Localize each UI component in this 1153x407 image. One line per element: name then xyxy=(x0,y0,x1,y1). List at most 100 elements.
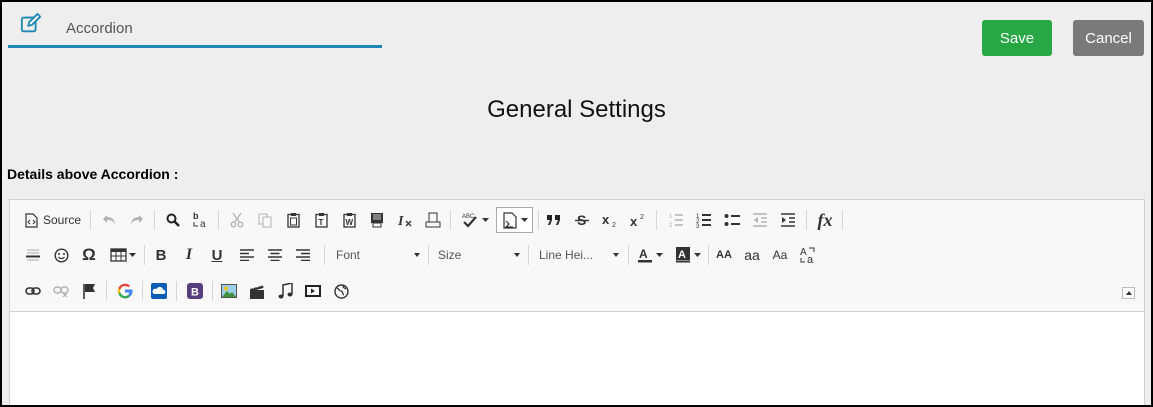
remove-format-button[interactable]: I xyxy=(394,208,416,232)
align-center-icon xyxy=(268,249,282,261)
anchor-button[interactable] xyxy=(78,279,100,303)
svg-text:T: T xyxy=(318,218,323,227)
paste-text-button[interactable]: T xyxy=(310,208,332,232)
replace-icon: ba xyxy=(193,211,206,229)
svg-text:A: A xyxy=(800,247,807,258)
svg-text:1: 1 xyxy=(669,214,673,220)
source-button[interactable]: Source xyxy=(22,208,84,232)
editor-toolbar: Source ba T W I ABC x 2 x 2 1 2 1 2 3 fx… xyxy=(10,200,1144,312)
cancel-button[interactable]: Cancel xyxy=(1073,20,1144,56)
copy-button[interactable] xyxy=(254,208,276,232)
image-icon xyxy=(221,284,237,298)
bootstrap-icon: B xyxy=(187,283,203,299)
uppercase-button[interactable]: AA xyxy=(712,243,736,267)
undo-icon xyxy=(103,215,115,225)
table-icon xyxy=(110,248,127,262)
google-button[interactable] xyxy=(114,279,136,303)
strikethrough-button[interactable]: S xyxy=(570,208,594,232)
size-select[interactable]: Size xyxy=(438,243,522,267)
underline-button[interactable]: U xyxy=(206,243,228,267)
outdent-button[interactable] xyxy=(748,208,772,232)
svg-text:x: x xyxy=(630,214,638,227)
indent-button[interactable] xyxy=(776,208,800,232)
templates-icon xyxy=(371,213,383,228)
special-char-button[interactable]: Ω xyxy=(78,243,100,267)
emoji-button[interactable] xyxy=(50,243,72,267)
block-icon xyxy=(425,212,441,228)
cut-button[interactable] xyxy=(226,208,248,232)
clapperboard-icon xyxy=(250,284,264,299)
audio-button[interactable] xyxy=(274,279,296,303)
align-right-button[interactable] xyxy=(292,243,314,267)
numbered-list-button[interactable]: 123 xyxy=(692,208,716,232)
video-button[interactable] xyxy=(246,279,268,303)
image-button[interactable] xyxy=(218,279,240,303)
save-button[interactable]: Save xyxy=(982,20,1052,56)
superscript-button[interactable]: x2 xyxy=(626,208,650,232)
iframe-button[interactable] xyxy=(330,279,352,303)
numbered-list-alt-button[interactable]: 12 xyxy=(664,208,688,232)
bootstrap-button[interactable]: B xyxy=(184,279,206,303)
bg-color-button[interactable]: A xyxy=(672,243,704,267)
style-dropdown-button[interactable] xyxy=(496,207,533,233)
svg-text:A: A xyxy=(678,249,686,261)
music-note-icon xyxy=(278,283,293,299)
collapse-toolbar-button[interactable] xyxy=(1122,287,1135,299)
redo-button[interactable] xyxy=(126,208,148,232)
svg-text:2: 2 xyxy=(612,222,616,227)
horizontal-line-button[interactable] xyxy=(22,243,44,267)
line-height-select[interactable]: Line Hei... xyxy=(539,243,621,267)
find-button[interactable] xyxy=(162,208,184,232)
lowercase-button[interactable]: aa xyxy=(740,243,764,267)
svg-text:3: 3 xyxy=(696,224,700,228)
rich-text-editor: Source ba T W I ABC x 2 x 2 1 2 1 2 3 fx… xyxy=(9,199,1145,405)
align-left-button[interactable] xyxy=(236,243,258,267)
block-button[interactable] xyxy=(422,208,444,232)
italic-icon: I xyxy=(185,246,193,263)
background-color-icon: A xyxy=(675,247,690,263)
tab-accordion[interactable]: Accordion xyxy=(8,4,382,48)
spellcheck-button[interactable]: ABC xyxy=(458,208,492,232)
svg-text:b: b xyxy=(193,211,199,221)
svg-text:B: B xyxy=(191,287,199,299)
paste-text-icon: T xyxy=(314,213,328,228)
bold-button[interactable]: B xyxy=(150,243,172,267)
flag-icon xyxy=(83,284,95,299)
size-select-label: Size xyxy=(438,248,462,262)
italic-button[interactable]: I xyxy=(178,243,200,267)
subscript-button[interactable]: x2 xyxy=(598,208,622,232)
page-frame: Accordion Save Cancel General Settings D… xyxy=(0,0,1153,407)
table-button[interactable] xyxy=(106,243,140,267)
section-title: General Settings xyxy=(487,96,666,123)
omega-icon: Ω xyxy=(82,245,96,264)
case-change-button[interactable]: Aa xyxy=(796,243,820,267)
font-select[interactable]: Font xyxy=(336,243,422,267)
link-button[interactable] xyxy=(22,279,44,303)
youtube-button[interactable] xyxy=(302,279,324,303)
unlink-button[interactable] xyxy=(50,279,72,303)
capitalize-button[interactable]: Aa xyxy=(768,243,792,267)
spellcheck-icon: ABC xyxy=(462,214,477,228)
svg-text:W: W xyxy=(345,218,353,227)
bulleted-list-button[interactable] xyxy=(720,208,744,232)
editor-content-area[interactable] xyxy=(10,313,1144,405)
align-center-button[interactable] xyxy=(264,243,286,267)
smiley-icon xyxy=(53,247,69,263)
source-label: Source xyxy=(42,213,82,227)
blockquote-button[interactable] xyxy=(542,208,566,232)
font-select-label: Font xyxy=(336,248,361,262)
details-label: Details above Accordion : xyxy=(7,166,179,182)
tab-title: Accordion xyxy=(66,20,133,37)
replace-button[interactable]: ba xyxy=(190,208,212,232)
subscript-icon: x2 xyxy=(602,213,616,227)
horizontal-line-icon xyxy=(26,249,40,261)
text-color-button[interactable]: A xyxy=(634,243,666,267)
formula-button[interactable]: fx xyxy=(812,208,838,232)
chevron-down-icon xyxy=(655,252,663,257)
svg-text:2: 2 xyxy=(669,223,673,228)
onedrive-button[interactable] xyxy=(148,279,170,303)
paste-word-button[interactable]: W xyxy=(338,208,360,232)
undo-button[interactable] xyxy=(98,208,120,232)
templates-button[interactable] xyxy=(366,208,388,232)
paste-button[interactable] xyxy=(282,208,304,232)
